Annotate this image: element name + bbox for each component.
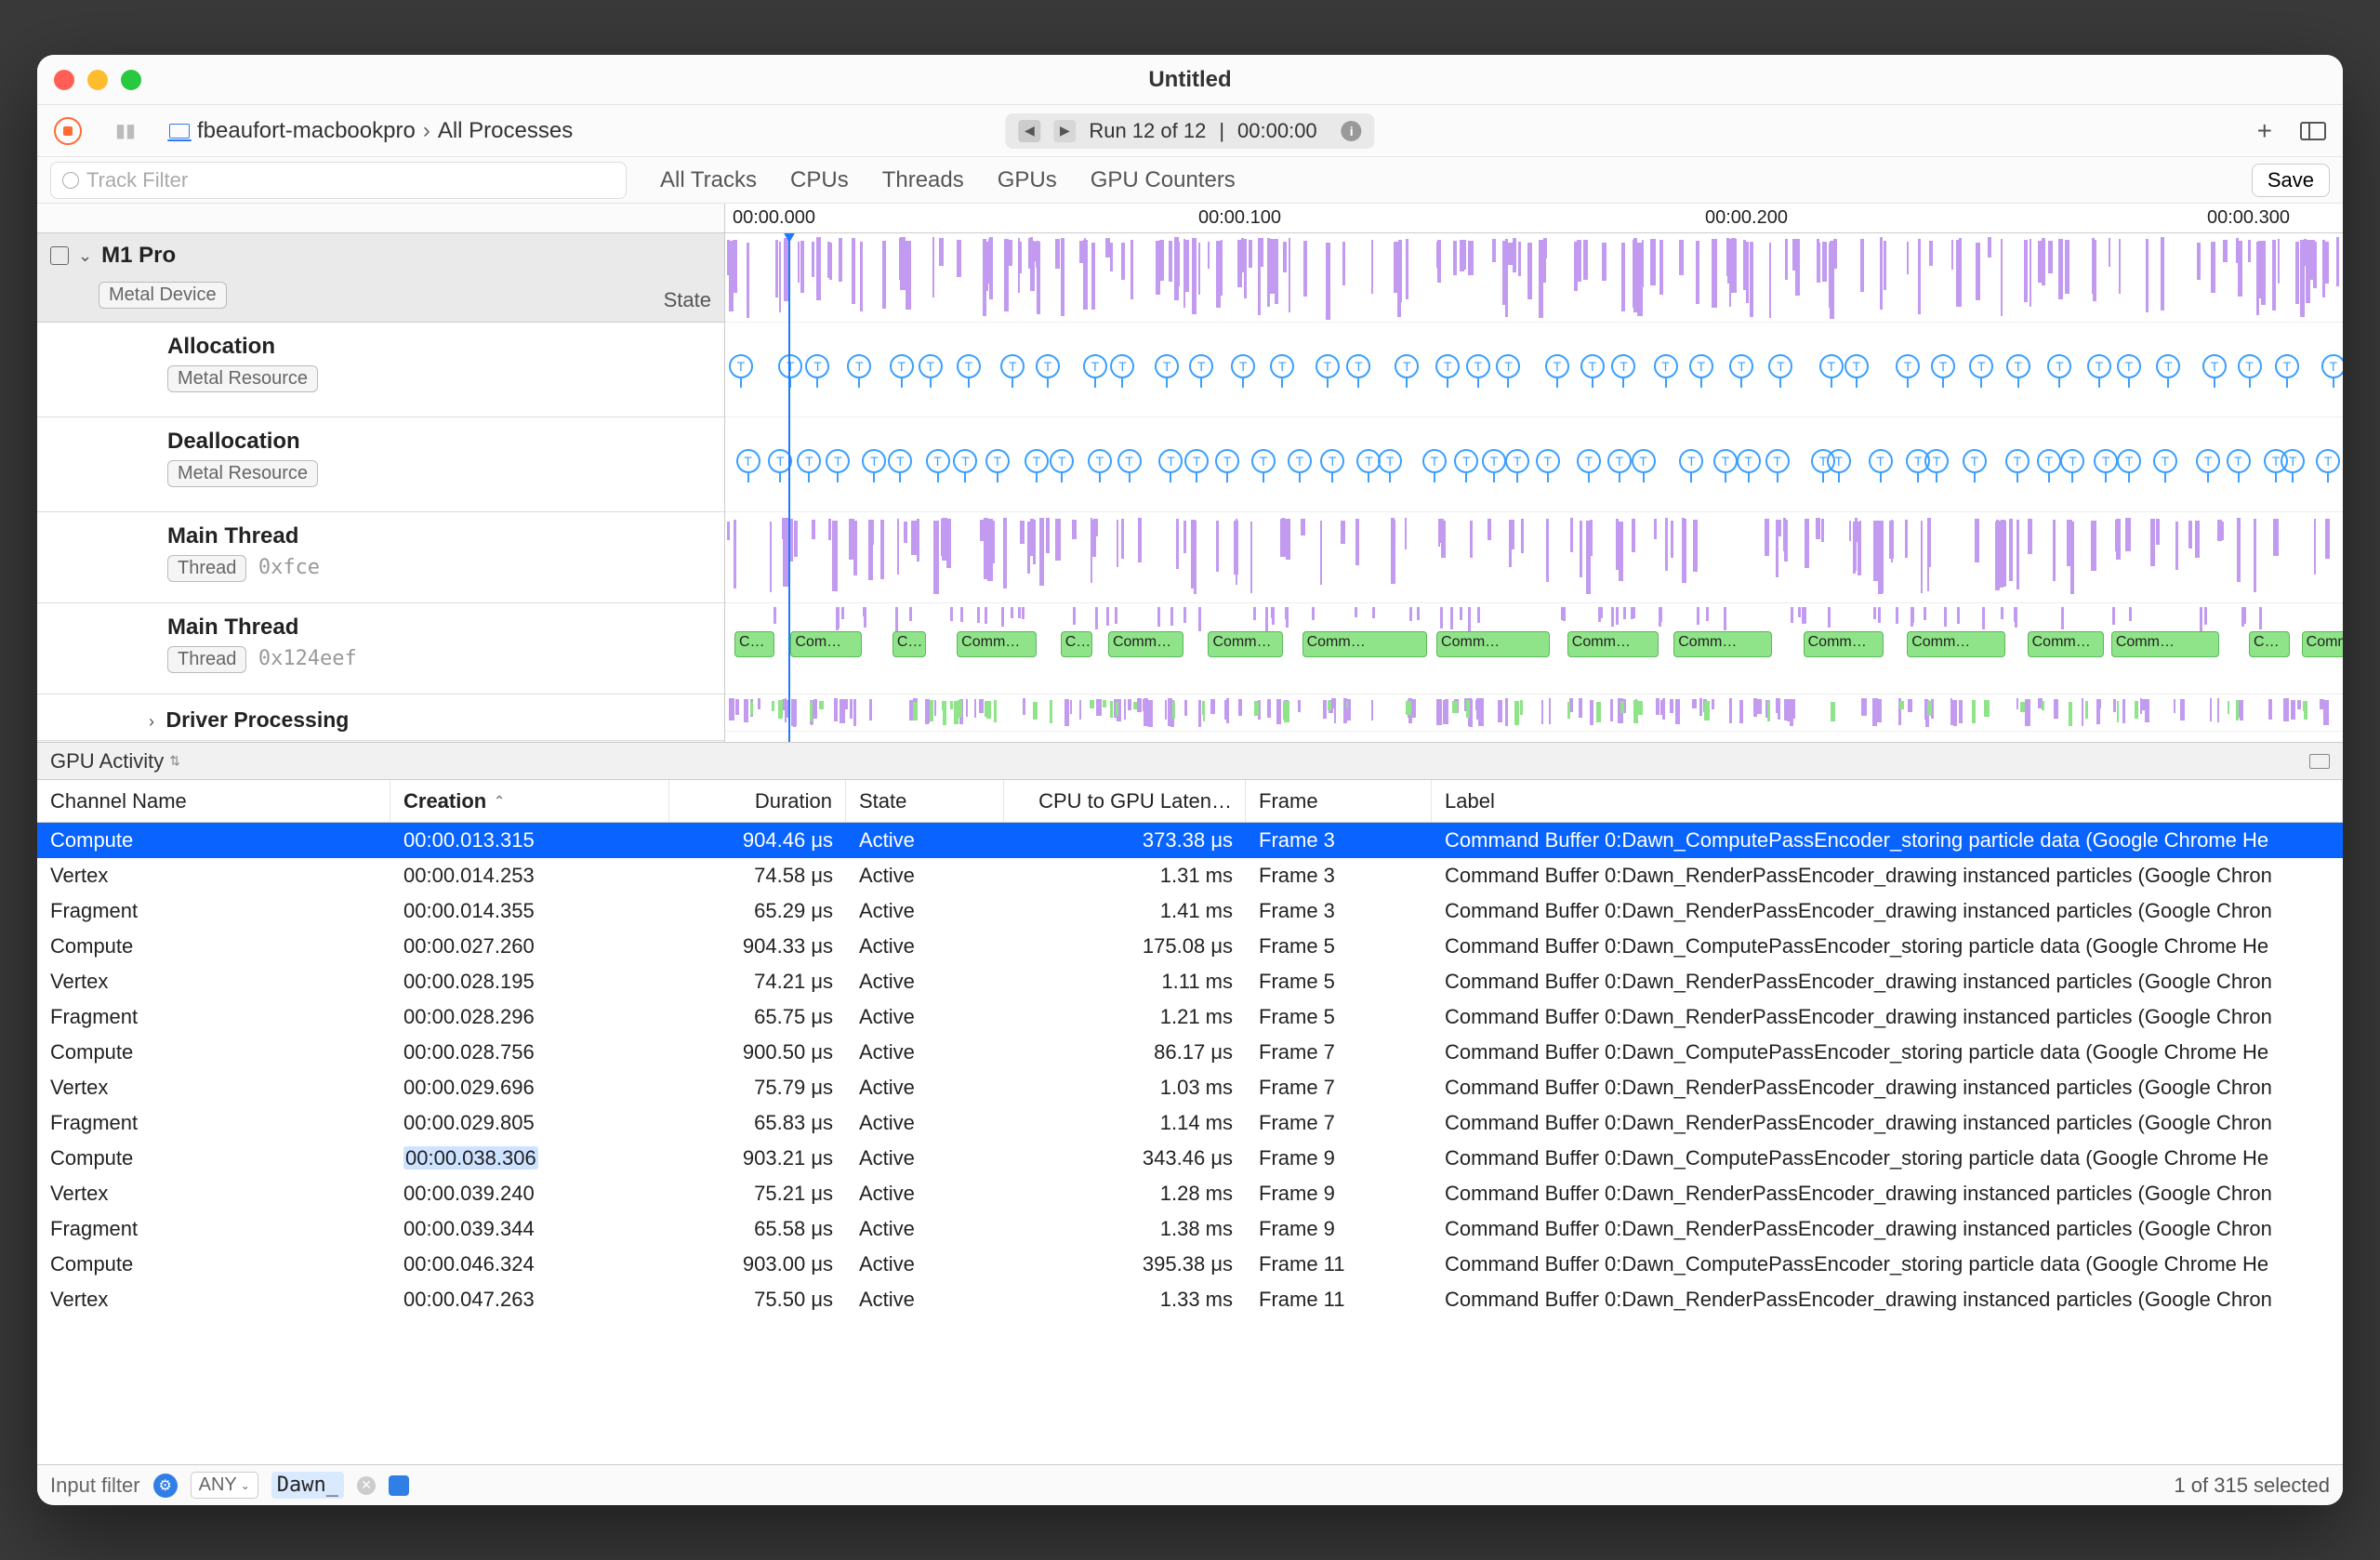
track-driver-processing[interactable]: › Driver Processing	[37, 694, 724, 741]
table-row[interactable]: Vertex00:00.028.19574.21 μsActive1.11 ms…	[37, 964, 2343, 999]
activity-table: Channel Name Creation⌃ Duration State CP…	[37, 780, 2343, 1464]
device-header[interactable]: ⌄ M1 Pro Metal Device State	[37, 233, 724, 323]
th-latency[interactable]: CPU to GPU Laten…	[1004, 780, 1246, 822]
section-header[interactable]: GPU Activity ⇅	[37, 743, 2343, 780]
window-title: Untitled	[1148, 67, 1231, 93]
track-main-thread-1[interactable]: Main Thread Thread 0xfce	[37, 512, 724, 603]
table-row[interactable]: Vertex00:00.029.69675.79 μsActive1.03 ms…	[37, 1070, 2343, 1105]
minimize-window-button[interactable]	[87, 70, 108, 90]
table-row[interactable]: Vertex00:00.047.26375.50 μsActive1.33 ms…	[37, 1282, 2343, 1317]
tab-cpus[interactable]: CPUs	[790, 167, 849, 193]
close-window-button[interactable]	[54, 70, 74, 90]
section-title: GPU Activity	[50, 749, 164, 773]
tab-all-tracks[interactable]: All Tracks	[660, 167, 757, 193]
filter-status: 1 of 315 selected	[2174, 1474, 2330, 1498]
th-channel[interactable]: Channel Name	[37, 780, 390, 822]
th-duration[interactable]: Duration	[669, 780, 846, 822]
table-row[interactable]: Compute00:00.027.260904.33 μsActive175.0…	[37, 929, 2343, 964]
device-badge: Metal Device	[99, 282, 227, 309]
filter-scope-dropdown[interactable]: ANY⌄	[191, 1472, 258, 1499]
detail-toggle-icon[interactable]	[2309, 754, 2330, 769]
run-prev-button[interactable]: ◀	[1018, 120, 1040, 142]
ruler-tick: 00:00.000	[729, 207, 815, 229]
save-button[interactable]: Save	[2252, 164, 2330, 197]
timeline-ruler[interactable]: 00:00.000 00:00.100 00:00.200 00:00.300	[37, 204, 2343, 233]
layout-toggle-button[interactable]	[2300, 122, 2326, 140]
run-label: Run 12 of 12	[1089, 119, 1206, 143]
ruler-tick: 00:00.200	[1701, 207, 1788, 229]
playhead[interactable]	[788, 233, 790, 742]
th-creation[interactable]: Creation⌃	[390, 780, 669, 822]
tracks-sidebar: ⌄ M1 Pro Metal Device State Allocation M…	[37, 233, 725, 742]
table-row[interactable]: Fragment00:00.039.34465.58 μsActive1.38 …	[37, 1211, 2343, 1247]
th-frame[interactable]: Frame	[1246, 780, 1432, 822]
table-row[interactable]: Compute00:00.046.324903.00 μsActive395.3…	[37, 1247, 2343, 1282]
th-state[interactable]: State	[846, 780, 1004, 822]
filter-icon	[62, 172, 79, 189]
timeline-area: 00:00.000 00:00.100 00:00.200 00:00.300 …	[37, 204, 2343, 743]
tab-threads[interactable]: Threads	[882, 167, 964, 193]
sort-arrows-icon: ⇅	[169, 753, 180, 769]
track-filter-input[interactable]	[86, 168, 615, 192]
filter-chip-icon[interactable]: ⚙	[153, 1474, 178, 1498]
state-label: State	[664, 288, 711, 312]
track-deallocation[interactable]: Deallocation Metal Resource	[37, 417, 724, 512]
run-time: 00:00:00	[1237, 119, 1317, 143]
clear-filter-button[interactable]: ✕	[357, 1476, 376, 1495]
run-selector: ◀ ▶ Run 12 of 12 | 00:00:00 i	[1005, 113, 1374, 149]
table-row[interactable]: Fragment00:00.014.35565.29 μsActive1.41 …	[37, 893, 2343, 929]
breadcrumb-process: All Processes	[438, 118, 573, 144]
table-row[interactable]: Vertex00:00.014.25374.58 μsActive1.31 ms…	[37, 858, 2343, 893]
table-body: Compute00:00.013.315904.46 μsActive373.3…	[37, 823, 2343, 1464]
info-icon[interactable]: i	[1342, 121, 1362, 141]
pause-button[interactable]: ▮▮	[115, 119, 136, 142]
app-window: Untitled ▮▮ fbeaufort-macbookpro › All P…	[37, 55, 2343, 1505]
table-row[interactable]: Compute00:00.038.306903.21 μsActive343.4…	[37, 1141, 2343, 1176]
th-label[interactable]: Label	[1432, 780, 2343, 822]
traffic-lights	[54, 70, 141, 90]
laptop-icon	[169, 124, 190, 139]
track-filter-field[interactable]	[50, 162, 627, 199]
ruler-tick: 00:00.300	[2203, 207, 2290, 229]
track-main-thread-2[interactable]: Main Thread Thread 0x124eef	[37, 603, 724, 694]
timeline-content[interactable]: TTTTTTTTTTTTTTTTTTTTTTTTTTTTTTTTTTTTTTTT…	[725, 233, 2343, 742]
device-name: M1 Pro	[101, 243, 176, 269]
chip-icon	[50, 246, 69, 265]
filter-mode-toggle[interactable]	[389, 1475, 409, 1496]
chevron-right-icon: ›	[149, 712, 154, 731]
breadcrumb-host: fbeaufort-macbookpro	[197, 118, 416, 144]
filter-toolbar: All Tracks CPUs Threads GPUs GPU Counter…	[37, 157, 2343, 204]
table-row[interactable]: Vertex00:00.039.24075.21 μsActive1.28 ms…	[37, 1176, 2343, 1211]
run-next-button[interactable]: ▶	[1053, 120, 1076, 142]
record-button[interactable]	[54, 117, 82, 145]
input-filter-bar: Input filter ⚙ ANY⌄ Dawn_ ✕ 1 of 315 sel…	[37, 1464, 2343, 1505]
tab-gpu-counters[interactable]: GPU Counters	[1091, 167, 1236, 193]
filter-text[interactable]: Dawn_	[271, 1472, 344, 1499]
input-filter-label: Input filter	[50, 1474, 140, 1498]
zoom-window-button[interactable]	[121, 70, 141, 90]
table-header: Channel Name Creation⌃ Duration State CP…	[37, 780, 2343, 823]
breadcrumb[interactable]: fbeaufort-macbookpro › All Processes	[169, 118, 573, 144]
table-row[interactable]: Compute00:00.028.756900.50 μsActive86.17…	[37, 1035, 2343, 1070]
ruler-tick: 00:00.100	[1195, 207, 1281, 229]
main-toolbar: ▮▮ fbeaufort-macbookpro › All Processes …	[37, 105, 2343, 157]
sort-asc-icon: ⌃	[494, 793, 505, 809]
breadcrumb-separator: ›	[423, 118, 430, 144]
chevron-down-icon: ⌄	[78, 246, 92, 266]
add-button[interactable]: +	[2257, 116, 2272, 146]
table-row[interactable]: Fragment00:00.028.29665.75 μsActive1.21 …	[37, 999, 2343, 1035]
table-row[interactable]: Compute00:00.013.315904.46 μsActive373.3…	[37, 823, 2343, 858]
table-row[interactable]: Fragment00:00.029.80565.83 μsActive1.14 …	[37, 1105, 2343, 1141]
tab-gpus[interactable]: GPUs	[998, 167, 1057, 193]
track-allocation[interactable]: Allocation Metal Resource	[37, 323, 724, 417]
titlebar: Untitled	[37, 55, 2343, 105]
